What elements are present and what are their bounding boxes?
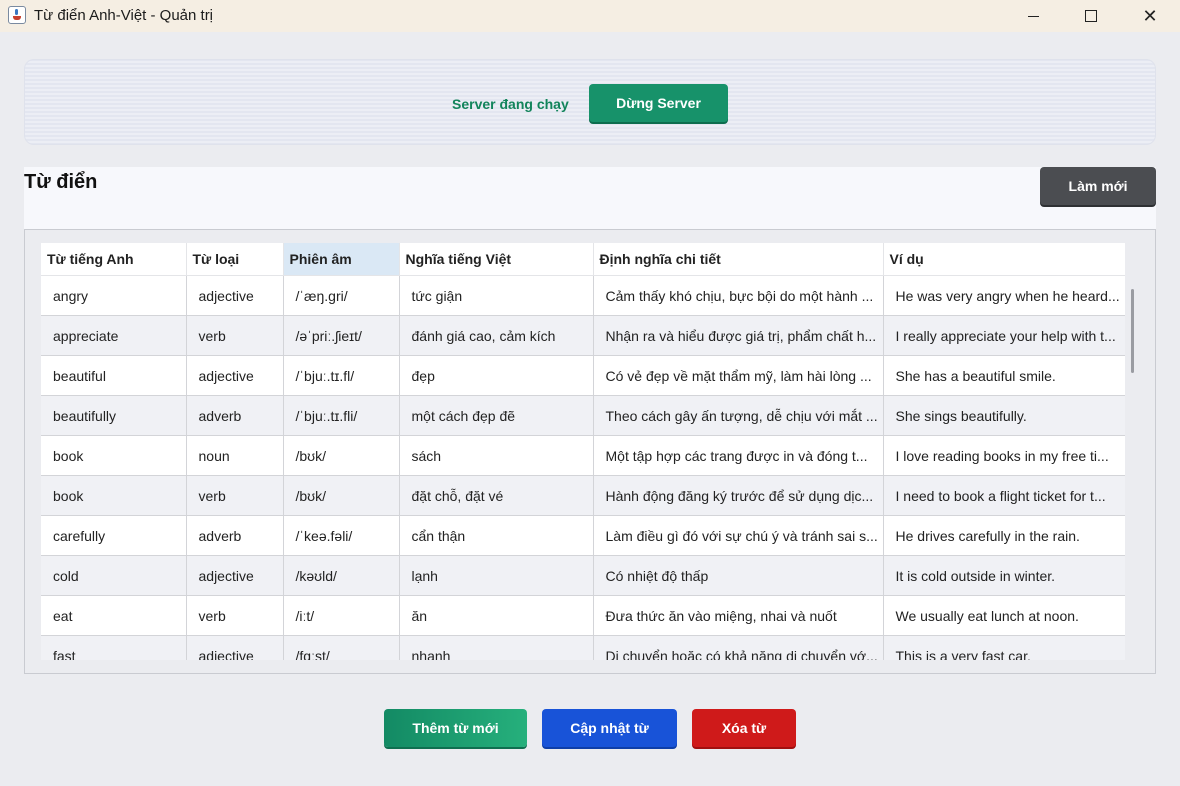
table-row[interactable]: beautiful adjective/ˈbjuː.tɪ.fl/đẹp Có vẻ … [41, 355, 1125, 396]
vietnamese-meaning-cell[interactable]: ăn [399, 595, 594, 636]
definition-cell[interactable]: Hành động đăng ký trước để sử dụng dịc..… [593, 475, 884, 516]
english-word-cell[interactable]: fast [41, 635, 187, 660]
word-type-cell[interactable]: adjective [186, 555, 284, 596]
english-word-cell[interactable]: cold [41, 555, 187, 596]
word-type-cell[interactable]: adjective [186, 275, 284, 316]
example-cell[interactable]: I really appreciate your help with t... [883, 315, 1125, 356]
pronunciation-cell[interactable]: /bʊk/ [283, 475, 400, 516]
dictionary-table: Từ tiếng Anh Từ loại Phiên âm Nghĩa tiến… [41, 243, 1125, 660]
example-cell[interactable]: We usually eat lunch at noon. [883, 595, 1125, 636]
column-header-word-type[interactable]: Từ loại [186, 243, 284, 276]
definition-cell[interactable]: Đưa thức ăn vào miệng, nhai và nuốt [593, 595, 884, 636]
word-type-cell[interactable]: verb [186, 595, 284, 636]
example-cell[interactable]: She has a beautiful smile. [883, 355, 1125, 396]
table-row[interactable]: appreciate verb/əˈpriː.ʃieɪt/đánh giá cao… [41, 315, 1125, 356]
example-cell[interactable]: She sings beautifully. [883, 395, 1125, 436]
word-type-cell[interactable]: verb [186, 475, 284, 516]
pronunciation-cell[interactable]: /ˈkeə.fəli/ [283, 515, 400, 556]
word-type-cell[interactable]: verb [186, 315, 284, 356]
definition-cell[interactable]: Một tập hợp các trang được in và đóng t.… [593, 435, 884, 476]
table-row[interactable]: carefully adverb/ˈkeə.fəli/cẩn thận Làm đi… [41, 515, 1125, 556]
vietnamese-meaning-cell[interactable]: một cách đẹp đẽ [399, 395, 594, 436]
example-cell[interactable]: He was very angry when he heard... [883, 275, 1125, 316]
definition-cell[interactable]: Nhận ra và hiểu được giá trị, phẩm chất … [593, 315, 884, 356]
english-word-cell[interactable]: carefully [41, 515, 187, 556]
column-header-definition[interactable]: Định nghĩa chi tiết [593, 243, 884, 276]
dictionary-title: Từ điển [24, 171, 98, 193]
pronunciation-cell[interactable]: /ˈbjuː.tɪ.fl/ [283, 355, 400, 396]
stop-server-button[interactable]: Dừng Server [589, 84, 728, 122]
word-type-cell[interactable]: adverb [186, 395, 284, 436]
pronunciation-cell[interactable]: /bʊk/ [283, 435, 400, 476]
table-row[interactable]: beautifully adverb/ˈbjuː.tɪ.fli/một cách … [41, 395, 1125, 436]
word-type-cell[interactable]: adjective [186, 355, 284, 396]
word-type-cell[interactable]: adjective [186, 635, 284, 660]
table-row[interactable]: book verb/bʊk/đặt chỗ, đặt vé Hành động đă… [41, 475, 1125, 516]
maximize-button[interactable] [1062, 0, 1120, 32]
english-word-cell[interactable]: appreciate [41, 315, 187, 356]
server-status: Server đang chạy [452, 96, 569, 112]
vietnamese-meaning-cell[interactable]: đẹp [399, 355, 594, 396]
example-cell[interactable]: I love reading books in my free ti... [883, 435, 1125, 476]
vietnamese-meaning-cell[interactable]: đánh giá cao, cảm kích [399, 315, 594, 356]
definition-cell[interactable]: Có nhiệt độ thấp [593, 555, 884, 596]
example-cell[interactable]: It is cold outside in winter. [883, 555, 1125, 596]
definition-cell[interactable]: Theo cách gây ấn tượng, dễ chịu với mắt … [593, 395, 884, 436]
java-app-icon [8, 6, 26, 24]
maximize-icon [1085, 10, 1097, 22]
example-cell[interactable]: I need to book a flight ticket for t... [883, 475, 1125, 516]
definition-cell[interactable]: Di chuyển hoặc có khả năng di chuyển vớ.… [593, 635, 884, 660]
vietnamese-meaning-cell[interactable]: sách [399, 435, 594, 476]
pronunciation-cell[interactable]: /ˈæŋ.ɡri/ [283, 275, 400, 316]
english-word-cell[interactable]: book [41, 475, 187, 516]
english-word-cell[interactable]: beautiful [41, 355, 187, 396]
dictionary-table-viewport[interactable]: Từ tiếng Anh Từ loại Phiên âm Nghĩa tiến… [41, 243, 1125, 660]
vietnamese-meaning-cell[interactable]: nhanh [399, 635, 594, 660]
window-title: Từ điển Anh-Việt - Quản trị [34, 7, 214, 24]
pronunciation-cell[interactable]: /ˈbjuː.tɪ.fli/ [283, 395, 400, 436]
column-header-pronunciation[interactable]: Phiên âm [283, 243, 400, 276]
word-type-cell[interactable]: noun [186, 435, 284, 476]
definition-cell[interactable]: Cảm thấy khó chịu, bực bội do một hành .… [593, 275, 884, 316]
close-icon: ✕ [1142, 6, 1158, 26]
vietnamese-meaning-cell[interactable]: cẩn thận [399, 515, 594, 556]
example-cell[interactable]: He drives carefully in the rain. [883, 515, 1125, 556]
english-word-cell[interactable]: angry [41, 275, 187, 316]
refresh-button[interactable]: Làm mới [1040, 167, 1156, 205]
minimize-icon [1027, 15, 1039, 17]
table-row[interactable]: cold adjective/kəʊld/lạnh Có nhiệt độ thấp… [41, 555, 1125, 596]
english-word-cell[interactable]: beautifully [41, 395, 187, 436]
update-word-button[interactable]: Cập nhật từ [542, 709, 677, 747]
minimize-button[interactable] [1004, 0, 1062, 32]
example-cell[interactable]: This is a very fast car. [883, 635, 1125, 660]
table-row[interactable]: angry adjective/ˈæŋ.ɡri/tức giận Cảm thấy … [41, 275, 1125, 316]
column-header-vietnamese[interactable]: Nghĩa tiếng Việt [399, 243, 594, 276]
english-word-cell[interactable]: eat [41, 595, 187, 636]
vietnamese-meaning-cell[interactable]: đặt chỗ, đặt vé [399, 475, 594, 516]
definition-cell[interactable]: Làm điều gì đó với sự chú ý và tránh sai… [593, 515, 884, 556]
vietnamese-meaning-cell[interactable]: tức giận [399, 275, 594, 316]
pronunciation-cell[interactable]: /fɑːst/ [283, 635, 400, 660]
pronunciation-cell[interactable]: /əˈpriː.ʃieɪt/ [283, 315, 400, 356]
table-row[interactable]: book noun/bʊk/sách Một tập hợp các trang đ… [41, 435, 1125, 476]
table-row[interactable]: eat verb/iːt/ăn Đưa thức ăn vào miệng, nha… [41, 595, 1125, 636]
add-word-button[interactable]: Thêm từ mới [384, 709, 527, 747]
english-word-cell[interactable]: book [41, 435, 187, 476]
title-bar: Từ điển Anh-Việt - Quản trị ✕ [0, 0, 1180, 32]
table-scrollbar[interactable] [1131, 289, 1134, 373]
table-header-row: Từ tiếng Anh Từ loại Phiên âm Nghĩa tiến… [41, 243, 1125, 276]
pronunciation-cell[interactable]: /iːt/ [283, 595, 400, 636]
word-type-cell[interactable]: adverb [186, 515, 284, 556]
column-header-example[interactable]: Ví dụ [883, 243, 1125, 276]
close-button[interactable]: ✕ [1121, 0, 1179, 32]
definition-cell[interactable]: Có vẻ đẹp về mặt thẩm mỹ, làm hài lòng .… [593, 355, 884, 396]
dictionary-header [24, 167, 1156, 229]
delete-word-button[interactable]: Xóa từ [692, 709, 796, 747]
column-header-english[interactable]: Từ tiếng Anh [41, 243, 187, 276]
table-row[interactable]: fast adjective/fɑːst/nhanh Di chuyển hoặc … [41, 635, 1125, 660]
pronunciation-cell[interactable]: /kəʊld/ [283, 555, 400, 596]
vietnamese-meaning-cell[interactable]: lạnh [399, 555, 594, 596]
